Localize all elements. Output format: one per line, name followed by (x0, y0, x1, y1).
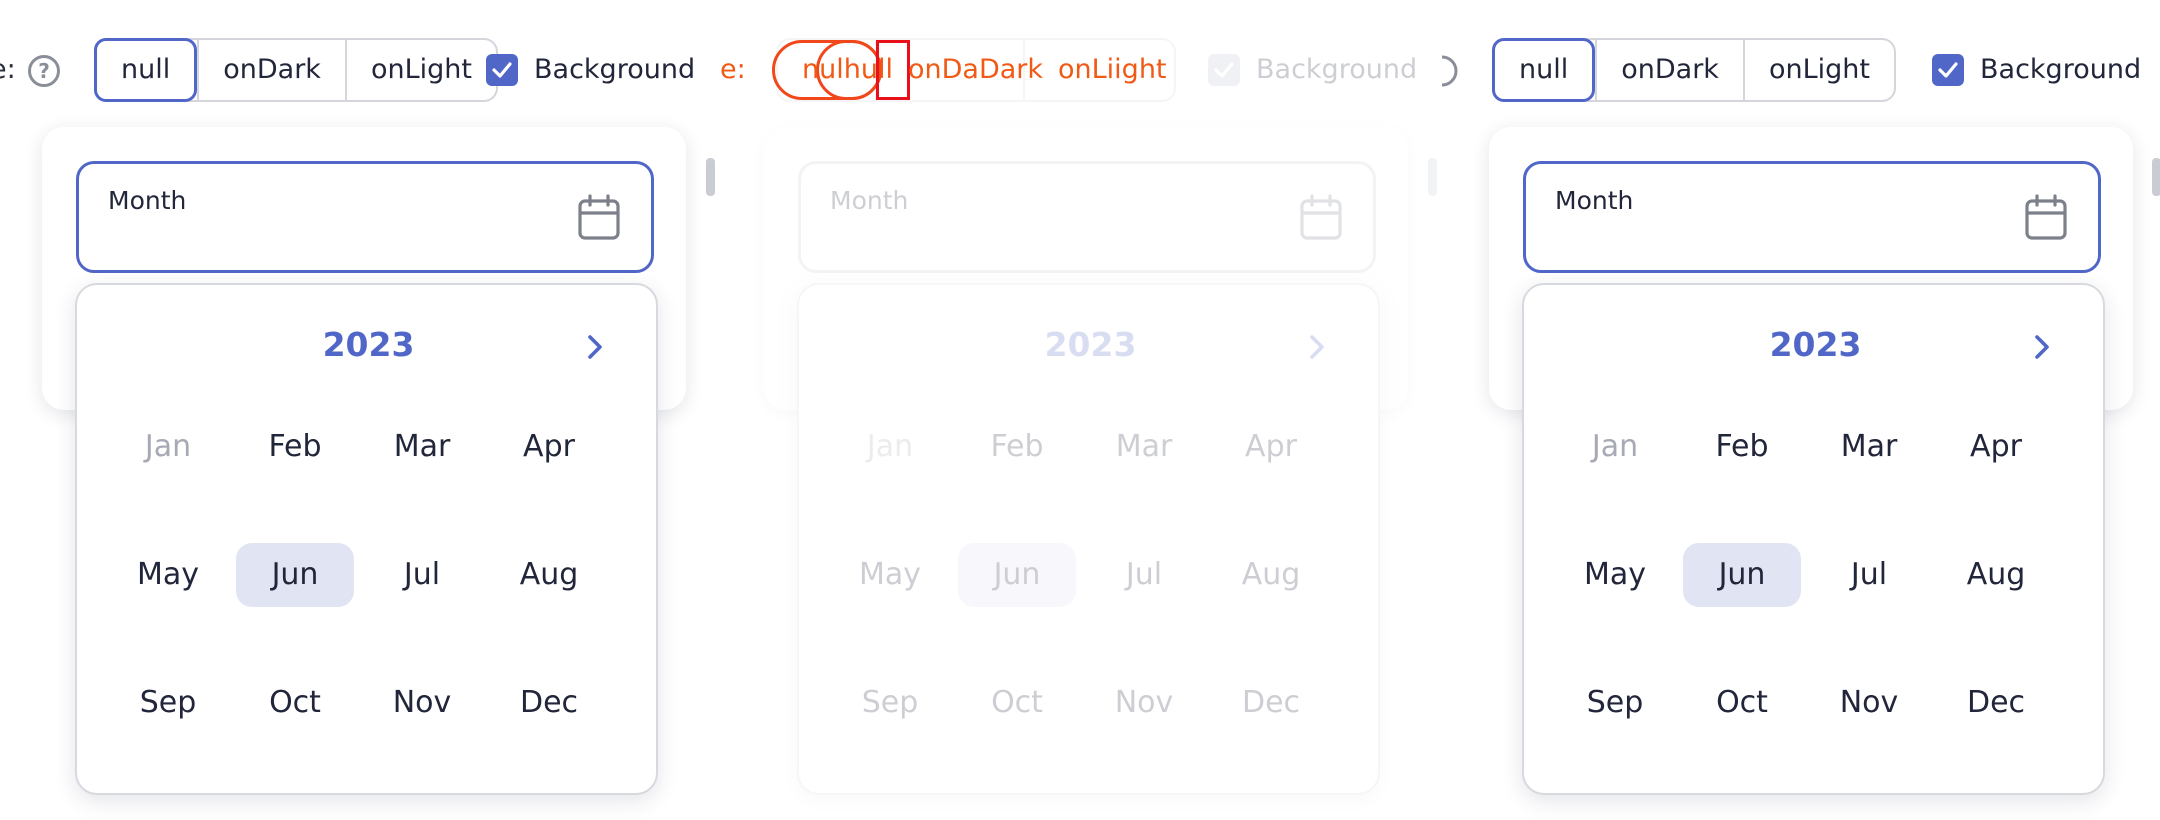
month-feb[interactable]: Feb (236, 415, 354, 479)
month-field-label: Month (108, 186, 187, 215)
month-mar[interactable]: Mar (1085, 415, 1203, 479)
segment-null[interactable]: null (94, 38, 198, 102)
year-label[interactable]: 2023 (1524, 325, 2107, 364)
month-field[interactable]: Month (798, 161, 1376, 273)
segment-null[interactable]: null (1492, 38, 1596, 102)
year-label[interactable]: 2023 (799, 325, 1382, 364)
month-picker-popup: 2023 Jan Feb Mar Apr May Jun Jul Aug Sep Oct Nov De… (75, 283, 658, 795)
scrollbar-thumb[interactable] (706, 158, 715, 196)
month-jan: Jan (144, 429, 192, 464)
background-checkbox[interactable] (1932, 54, 1964, 86)
month-sep[interactable]: Sep (831, 671, 949, 735)
check-icon (1938, 62, 1958, 78)
month-dec[interactable]: Dec (1212, 671, 1330, 735)
help-icon[interactable] (1440, 55, 1460, 87)
background-checkbox[interactable] (486, 54, 518, 86)
month-nov[interactable]: Nov (1810, 671, 1928, 735)
theme-label: e: (0, 54, 16, 85)
calendar-icon[interactable] (2024, 194, 2068, 242)
month-field[interactable]: Month (1523, 161, 2101, 273)
chevron-right-icon[interactable] (586, 333, 604, 361)
glitch-text-onlight: onLiight (1058, 54, 1167, 85)
month-sep[interactable]: Sep (109, 671, 227, 735)
month-apr[interactable]: Apr (490, 415, 608, 479)
month-may[interactable]: May (831, 543, 949, 607)
scrollbar-thumb[interactable] (2152, 158, 2160, 196)
theme-segmented-control: null onDark onLight (94, 38, 498, 102)
background-checkbox[interactable] (1208, 54, 1240, 86)
chevron-right-icon[interactable] (1308, 333, 1326, 361)
month-field[interactable]: Month (76, 161, 654, 273)
segment-ondark[interactable]: onDark (1595, 40, 1743, 100)
month-jun[interactable]: Jun (236, 543, 354, 607)
panel-left: e: ? null onDark onLight Background Mont… (0, 0, 720, 820)
glitch-text-null: nulhull (802, 54, 893, 85)
month-sep[interactable]: Sep (1556, 671, 1674, 735)
scrollbar-thumb[interactable] (1428, 158, 1437, 196)
background-label: Background (1980, 54, 2142, 85)
month-oct[interactable]: Oct (958, 671, 1076, 735)
month-field-label: Month (830, 186, 909, 215)
check-icon (492, 62, 512, 78)
glitch-theme-label: e: (720, 54, 746, 85)
month-apr[interactable]: Apr (1212, 415, 1330, 479)
month-dec[interactable]: Dec (1937, 671, 2055, 735)
month-feb[interactable]: Feb (958, 415, 1076, 479)
month-jul[interactable]: Jul (363, 543, 481, 607)
month-picker-popup: 2023 Jan Feb Mar Apr May Jun Jul Aug Sep Oct Nov De… (1522, 283, 2105, 795)
calendar-icon[interactable] (577, 194, 621, 242)
help-icon[interactable]: ? (28, 55, 60, 87)
glitch-text-ondark: onDaDark (908, 54, 1044, 85)
panel-middle: null onDark onLight Background e: nulhul… (720, 0, 1440, 820)
month-aug[interactable]: Aug (1212, 543, 1330, 607)
year-label[interactable]: 2023 (77, 325, 660, 364)
month-jun[interactable]: Jun (958, 543, 1076, 607)
month-jun[interactable]: Jun (1683, 543, 1801, 607)
theme-segmented-control: null onDark onLight (1492, 38, 1896, 102)
calendar-icon[interactable] (1299, 194, 1343, 242)
background-label: Background (1256, 54, 1418, 85)
panel-right: null onDark onLight Background Month 202… (1440, 0, 2160, 820)
month-field-label: Month (1555, 186, 1634, 215)
month-apr[interactable]: Apr (1937, 415, 2055, 479)
month-dec[interactable]: Dec (490, 671, 608, 735)
month-picker-popup: 2023 Jan Feb Mar Apr May Jun Jul Aug Sep Oct Nov De… (797, 283, 1380, 795)
month-mar[interactable]: Mar (1810, 415, 1928, 479)
check-icon (1214, 62, 1234, 78)
month-may[interactable]: May (109, 543, 227, 607)
chevron-right-icon[interactable] (2033, 333, 2051, 361)
background-label: Background (534, 54, 696, 85)
month-mar[interactable]: Mar (363, 415, 481, 479)
segment-onlight[interactable]: onLight (1742, 40, 1894, 100)
month-jan: Jan (1591, 429, 1639, 464)
month-oct[interactable]: Oct (1683, 671, 1801, 735)
month-aug[interactable]: Aug (490, 543, 608, 607)
month-nov[interactable]: Nov (363, 671, 481, 735)
month-nov[interactable]: Nov (1085, 671, 1203, 735)
month-aug[interactable]: Aug (1937, 543, 2055, 607)
month-oct[interactable]: Oct (236, 671, 354, 735)
segment-ondark[interactable]: onDark (197, 40, 345, 100)
stage: e: ? null onDark onLight Background Mont… (0, 0, 2160, 820)
month-jan: Jan (866, 429, 914, 464)
month-jul[interactable]: Jul (1085, 543, 1203, 607)
month-jul[interactable]: Jul (1810, 543, 1928, 607)
segment-onlight[interactable]: onLight (344, 40, 496, 100)
month-may[interactable]: May (1556, 543, 1674, 607)
month-feb[interactable]: Feb (1683, 415, 1801, 479)
